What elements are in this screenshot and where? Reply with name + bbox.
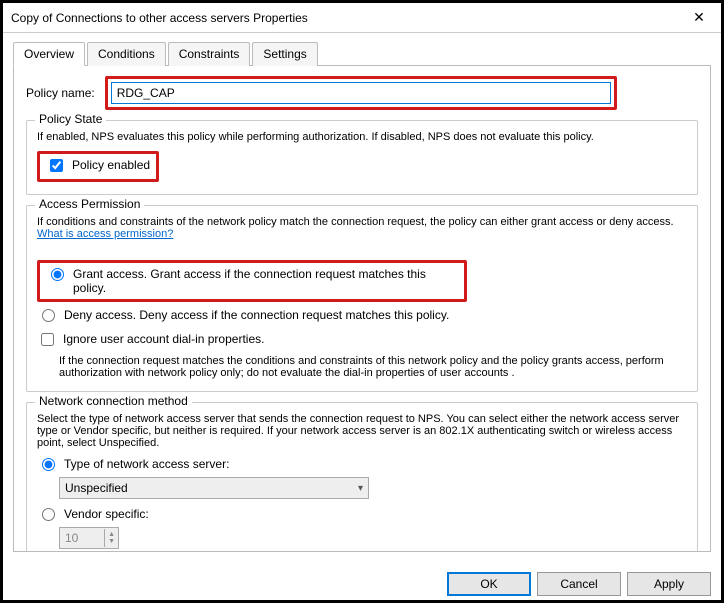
highlight-policy-name — [105, 76, 617, 110]
grant-access-label: Grant access. Grant access if the connec… — [73, 267, 458, 295]
tab-conditions[interactable]: Conditions — [87, 42, 166, 66]
ignore-dialin-desc: If the connection request matches the co… — [59, 355, 687, 379]
tab-body-overview: Policy name: Policy State If enabled, NP… — [13, 66, 711, 552]
deny-access-radio[interactable] — [42, 309, 55, 322]
ignore-dialin-checkbox[interactable] — [41, 333, 54, 346]
policy-enabled-checkbox[interactable] — [50, 159, 63, 172]
chevron-down-icon: ▾ — [358, 483, 363, 494]
tab-strip: Overview Conditions Constraints Settings — [13, 41, 711, 66]
close-button[interactable]: ✕ — [677, 3, 721, 32]
tab-constraints[interactable]: Constraints — [168, 42, 251, 66]
access-permission-desc: If conditions and constraints of the net… — [37, 216, 687, 240]
window-title: Copy of Connections to other access serv… — [11, 11, 308, 25]
cancel-button[interactable]: Cancel — [537, 572, 621, 596]
group-access-permission: Access Permission If conditions and cons… — [26, 205, 698, 392]
vendor-specific-label: Vendor specific: — [64, 507, 149, 521]
policy-enabled-label: Policy enabled — [72, 158, 150, 172]
policy-name-input[interactable] — [111, 82, 611, 104]
spinner-arrows-icon: ▲▼ — [104, 529, 118, 547]
policy-name-label: Policy name: — [26, 86, 95, 100]
ignore-dialin-label: Ignore user account dial-in properties. — [63, 332, 264, 346]
network-connection-desc: Select the type of network access server… — [37, 413, 687, 449]
ok-button[interactable]: OK — [447, 572, 531, 596]
policy-state-desc: If enabled, NPS evaluates this policy wh… — [37, 131, 687, 143]
group-title-policy-state: Policy State — [35, 112, 106, 126]
group-policy-state: Policy State If enabled, NPS evaluates t… — [26, 120, 698, 195]
vendor-specific-value: 10 — [65, 531, 78, 545]
vendor-specific-spinner[interactable]: 10 ▲▼ — [59, 527, 119, 549]
dialog-button-row: OK Cancel Apply — [3, 562, 721, 600]
highlight-policy-enabled: Policy enabled — [37, 151, 159, 182]
deny-access-label: Deny access. Deny access if the connecti… — [64, 308, 449, 322]
vendor-specific-radio[interactable] — [42, 508, 55, 521]
group-title-network-connection: Network connection method — [35, 394, 192, 408]
group-title-access-permission: Access Permission — [35, 197, 144, 211]
apply-button[interactable]: Apply — [627, 572, 711, 596]
nas-type-radio[interactable] — [42, 458, 55, 471]
close-icon: ✕ — [693, 9, 705, 26]
nas-type-value: Unspecified — [65, 481, 128, 495]
nas-type-combo[interactable]: Unspecified ▾ — [59, 477, 369, 499]
tab-overview[interactable]: Overview — [13, 42, 85, 66]
group-network-connection: Network connection method Select the typ… — [26, 402, 698, 552]
access-permission-link[interactable]: What is access permission? — [37, 228, 173, 240]
tab-settings[interactable]: Settings — [252, 42, 317, 66]
highlight-grant-access: Grant access. Grant access if the connec… — [37, 260, 467, 302]
grant-access-radio[interactable] — [51, 268, 64, 281]
nas-type-label: Type of network access server: — [64, 457, 229, 471]
